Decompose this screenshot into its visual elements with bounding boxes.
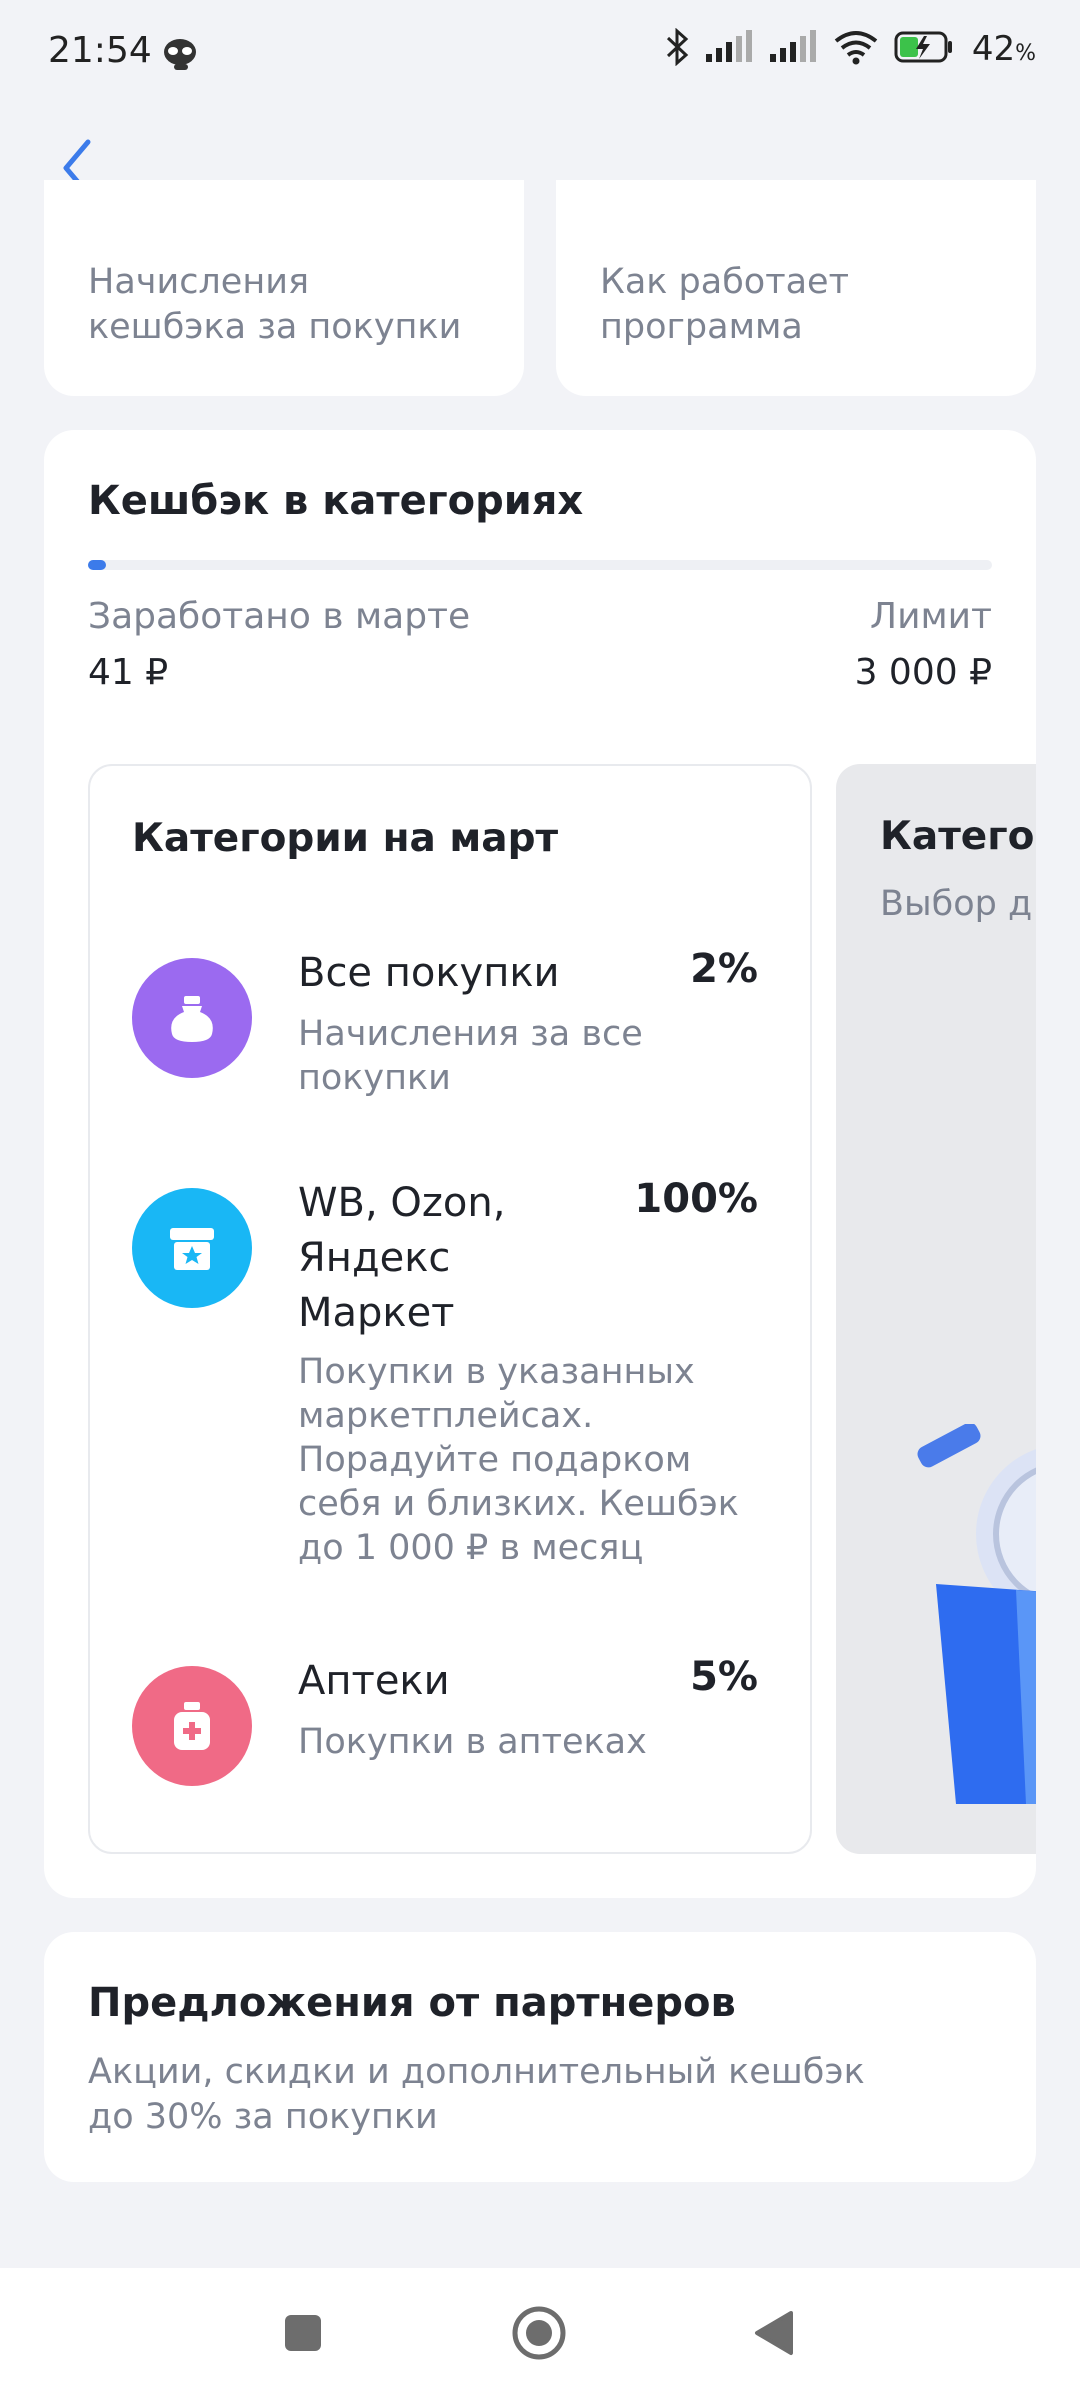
- limit-value: 3 000 ₽: [854, 652, 992, 693]
- cashback-categories-card: Кешбэк в категориях Заработано в марте 4…: [44, 430, 1036, 1898]
- signal-icon: [704, 30, 754, 68]
- system-nav-bar: [0, 2268, 1080, 2400]
- partners-offers-card[interactable]: Предложения от партнеров Акции, скидки и…: [44, 1932, 1036, 2182]
- alien-icon: [160, 34, 200, 78]
- category-desc: Начисления за все покупки: [298, 1014, 643, 1098]
- category-percent: 100%: [634, 1176, 758, 1222]
- medicine-icon: [132, 1666, 252, 1786]
- how-program-works-label: Как работает программа: [600, 262, 849, 347]
- category-percent: 5%: [690, 1654, 758, 1700]
- categories-panel-title: Категории на март: [132, 816, 559, 861]
- gift-bag-illustration: [916, 1422, 1036, 1828]
- categories-panel[interactable]: Категории на март Все покупки 2% Начисле…: [88, 764, 812, 1854]
- bluetooth-icon: [664, 27, 690, 70]
- status-time: 21:54: [48, 30, 152, 71]
- choose-categories-panel[interactable]: Категор Выбор д: [836, 764, 1036, 1854]
- cashback-accruals-card[interactable]: Начисления кешбэка за покупки: [44, 180, 524, 396]
- category-name: Аптеки: [298, 1658, 450, 1704]
- battery-charging-icon: [894, 30, 954, 68]
- gift-box-icon: [132, 1188, 252, 1308]
- bag-icon: [132, 958, 252, 1078]
- status-bar: 21:54 42%: [0, 0, 1080, 110]
- category-name: WB, Ozon, Яндекс Маркет: [298, 1180, 506, 1336]
- partners-title: Предложения от партнеров: [88, 1980, 736, 2026]
- recents-button[interactable]: [270, 2302, 336, 2368]
- status-icons: 42%: [664, 27, 1036, 70]
- earned-value: 41 ₽: [88, 652, 169, 693]
- recents-square-icon: [283, 2313, 323, 2357]
- partners-desc: Акции, скидки и дополнительный кешбэк до…: [88, 2052, 865, 2137]
- battery-percent: 42%: [971, 29, 1036, 69]
- category-desc: Покупки в указанных маркетплейсах. Порад…: [298, 1352, 739, 1568]
- how-program-works-card[interactable]: Как работает программа: [556, 180, 1036, 396]
- earned-label: Заработано в марте: [88, 596, 471, 637]
- home-button[interactable]: [506, 2302, 572, 2368]
- category-desc: Покупки в аптеках: [298, 1722, 647, 1762]
- home-circle-icon: [511, 2305, 567, 2365]
- cashback-progress-fill: [88, 560, 107, 570]
- wifi-icon: [832, 29, 880, 69]
- category-percent: 2%: [690, 946, 758, 992]
- limit-label: Лимит: [870, 596, 992, 637]
- cashback-title: Кешбэк в категориях: [88, 478, 584, 524]
- choose-categories-subtitle: Выбор д: [880, 884, 1033, 924]
- nav-back-button[interactable]: [740, 2302, 806, 2368]
- cashback-accruals-label: Начисления кешбэка за покупки: [88, 262, 462, 347]
- category-name: Все покупки: [298, 950, 560, 996]
- back-triangle-icon: [751, 2309, 795, 2361]
- cashback-progress-bar: [88, 560, 992, 570]
- signal-icon: [768, 30, 818, 68]
- choose-categories-title: Категор: [880, 814, 1036, 859]
